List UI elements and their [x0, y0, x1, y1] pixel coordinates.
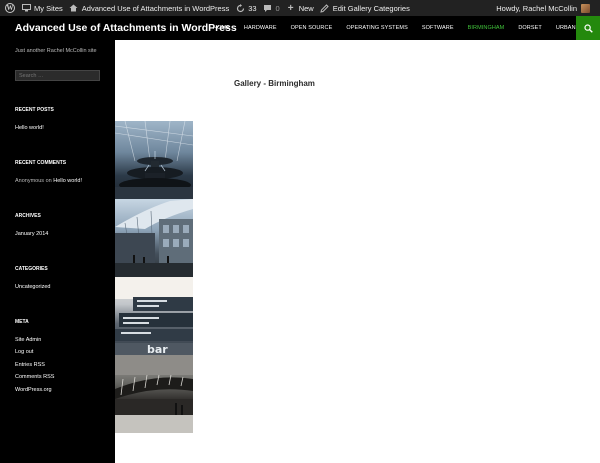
site-title[interactable]: Advanced Use of Attachments in WordPress — [15, 22, 237, 34]
comments-menu[interactable]: 0 — [260, 0, 283, 16]
page-title: Gallery - Birmingham — [234, 79, 315, 88]
nav-item-operating-systems[interactable]: OPERATING SYSTEMS — [346, 25, 408, 31]
pencil-icon — [320, 3, 330, 13]
fountain-image — [115, 121, 193, 199]
new-content-menu[interactable]: + New — [283, 0, 317, 16]
nav-item-open-source[interactable]: OPEN SOURCE — [291, 25, 333, 31]
plus-icon: + — [287, 2, 294, 14]
site-header: Advanced Use of Attachments in WordPress… — [0, 16, 600, 40]
site-name-menu[interactable]: Advanced Use of Attachments in WordPress — [66, 0, 232, 16]
recent-comment-item: Anonymous on Hello world! — [15, 178, 82, 184]
new-label: New — [298, 3, 314, 13]
updates-icon — [235, 3, 245, 13]
archives-title: ARCHIVES — [15, 213, 41, 219]
nav-item-software[interactable]: SOFTWARE — [422, 25, 454, 31]
search-toggle-button[interactable] — [576, 16, 600, 40]
nav-item-dorset[interactable]: DORSET — [518, 25, 542, 31]
sidebar: Just another Rachel McCollin site RECENT… — [0, 40, 115, 463]
wordpress-menu[interactable]: W — [0, 0, 18, 16]
site-tagline: Just another Rachel McCollin site — [15, 48, 97, 54]
building-photo[interactable] — [115, 199, 193, 277]
my-sites-icon — [21, 3, 31, 13]
howdy-label: Howdy, Rachel McCollin — [496, 3, 577, 13]
canopy-image — [115, 355, 193, 433]
comments-count: 0 — [275, 3, 280, 13]
comment-bubble-icon — [263, 3, 273, 13]
meta-site-admin-link[interactable]: Site Admin — [15, 337, 41, 343]
fountain-photo[interactable] — [115, 121, 193, 199]
nav-item-urban[interactable]: URBAN — [556, 25, 576, 31]
my-sites-label: My Sites — [34, 3, 63, 13]
edit-category-link[interactable]: Edit Gallery Categories — [317, 0, 413, 16]
updates-menu[interactable]: 33 — [232, 0, 259, 16]
primary-navigation: HOME HARDWARE OPEN SOURCE OPERATING SYST… — [213, 16, 590, 40]
category-link[interactable]: Uncategorized — [15, 284, 50, 290]
canopy-photo[interactable] — [115, 355, 193, 433]
nav-item-home[interactable]: HOME — [213, 25, 230, 31]
updates-count: 33 — [248, 3, 257, 13]
nav-item-hardware[interactable]: HARDWARE — [244, 25, 277, 31]
comment-post-link[interactable]: Hello world! — [53, 178, 82, 184]
site-name-label: Advanced Use of Attachments in WordPress — [81, 3, 230, 13]
building-image — [115, 199, 193, 277]
my-sites-menu[interactable]: My Sites — [18, 0, 66, 16]
comment-author: Anonymous — [15, 178, 45, 184]
recent-post-link[interactable]: Hello world! — [15, 125, 44, 131]
svg-text:bar: bar — [147, 343, 168, 355]
signpost-image: bar — [115, 277, 193, 355]
nav-item-birmingham[interactable]: BIRMINGHAM — [468, 25, 505, 31]
signpost-photo[interactable]: bar — [115, 277, 193, 355]
avatar — [581, 3, 590, 13]
wordpress-logo-icon: W — [5, 3, 15, 13]
meta-entries-rss-link[interactable]: Entries RSS — [15, 362, 45, 368]
comment-on-word: on — [45, 178, 52, 184]
home-icon — [69, 3, 79, 13]
meta-wordpress-org-link[interactable]: WordPress.org — [15, 387, 52, 393]
admin-bar: W My Sites Advanced Use of Attachments i… — [0, 0, 600, 16]
meta-log-out-link[interactable]: Log out — [15, 349, 33, 355]
archive-link[interactable]: January 2014 — [15, 231, 48, 237]
search-input[interactable] — [15, 70, 100, 81]
categories-title: CATEGORIES — [15, 266, 48, 272]
edit-label: Edit Gallery Categories — [332, 3, 410, 13]
meta-title: META — [15, 319, 29, 325]
recent-posts-title: RECENT POSTS — [15, 107, 54, 113]
account-menu[interactable]: Howdy, Rachel McCollin — [496, 0, 600, 16]
search-icon — [583, 23, 593, 33]
meta-comments-rss-link[interactable]: Comments RSS — [15, 374, 54, 380]
recent-comments-title: RECENT COMMENTS — [15, 160, 67, 166]
